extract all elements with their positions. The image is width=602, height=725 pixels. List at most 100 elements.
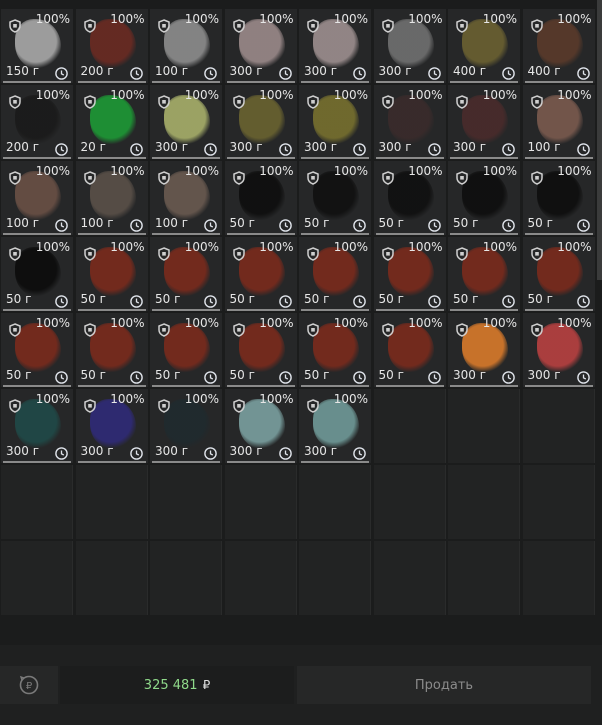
item-image xyxy=(313,19,359,69)
inventory-item-slot[interactable]: 100% 20 г xyxy=(75,85,148,159)
inventory-item-slot[interactable]: 100% 50 г xyxy=(224,313,297,387)
inventory-item-slot[interactable]: 100% 300 г xyxy=(150,389,222,463)
inventory-item-slot[interactable]: 100% 300 г xyxy=(373,9,446,83)
inventory-item-slot[interactable]: 100% 300 г xyxy=(299,9,371,83)
inventory-item-slot[interactable]: 100% 50 г xyxy=(448,161,520,235)
inventory-item-slot[interactable]: 100% 300 г xyxy=(448,85,520,159)
inventory-item-slot[interactable]: 100% 300 г xyxy=(224,85,297,159)
inventory-item-slot[interactable]: 100% 50 г xyxy=(373,237,446,311)
inventory-item-slot[interactable]: 100% 50 г xyxy=(299,237,371,311)
inventory-item-slot[interactable]: 100% 300 г xyxy=(75,389,148,463)
empty-slot[interactable] xyxy=(75,541,148,615)
empty-slot[interactable] xyxy=(448,465,520,539)
inventory-item-slot[interactable]: 100% 300 г xyxy=(224,9,297,83)
empty-slot[interactable] xyxy=(1,541,73,615)
inventory-item-slot[interactable]: 100% 300 г xyxy=(373,85,446,159)
item-weight: 100 г xyxy=(527,140,561,154)
inventory-item-slot[interactable]: 100% 300 г xyxy=(448,313,520,387)
item-durability-bar xyxy=(3,233,71,235)
inventory-item-slot[interactable]: 100% 50 г xyxy=(299,161,371,235)
inventory-item-slot[interactable]: 100% 300 г xyxy=(1,389,73,463)
shield-icon xyxy=(9,398,21,413)
shield-icon xyxy=(232,246,245,261)
inventory-item-slot[interactable]: 100% 50 г xyxy=(373,313,446,387)
shield-icon xyxy=(83,322,96,337)
inventory-item-slot[interactable]: 100% 50 г xyxy=(1,313,73,387)
inventory-item-slot[interactable]: 100% 50 г xyxy=(150,313,222,387)
item-condition: 100% xyxy=(482,316,517,330)
item-image xyxy=(462,323,508,373)
item-durability-bar xyxy=(77,309,146,311)
shield-icon xyxy=(83,18,96,33)
item-durability-bar xyxy=(3,309,71,311)
inventory-item-slot[interactable]: 100% 300 г xyxy=(150,85,222,159)
empty-slot[interactable] xyxy=(150,541,222,615)
inventory-item-slot[interactable]: 100% 50 г xyxy=(1,237,73,311)
item-weight: 150 г xyxy=(6,64,40,78)
inventory-item-slot[interactable]: 100% 50 г xyxy=(224,161,297,235)
inventory-item-slot[interactable]: 100% 50 г xyxy=(75,237,148,311)
inventory-item-slot[interactable]: 100% 100 г xyxy=(150,9,222,83)
empty-slot[interactable] xyxy=(448,389,520,463)
item-condition: 100% xyxy=(110,12,145,26)
shield-icon xyxy=(530,322,543,337)
item-image xyxy=(462,19,508,69)
sell-button[interactable]: Продать xyxy=(297,666,591,704)
empty-slot[interactable] xyxy=(373,465,446,539)
empty-slot[interactable] xyxy=(522,541,595,615)
item-condition: 100% xyxy=(408,12,443,26)
empty-slot[interactable] xyxy=(522,389,595,463)
empty-slot[interactable] xyxy=(299,465,371,539)
inventory-item-slot[interactable]: 100% 100 г xyxy=(1,161,73,235)
inventory-item-slot[interactable]: 100% 300 г xyxy=(522,313,595,387)
clock-icon xyxy=(129,141,143,156)
inventory-item-slot[interactable]: 100% 200 г xyxy=(75,9,148,83)
item-weight: 50 г xyxy=(527,216,553,230)
inventory-item-slot[interactable]: 100% 150 г xyxy=(1,9,73,83)
empty-slot[interactable] xyxy=(522,465,595,539)
item-image xyxy=(313,247,359,297)
item-condition: 100% xyxy=(35,240,70,254)
inventory-item-slot[interactable]: 100% 100 г xyxy=(75,161,148,235)
item-weight: 50 г xyxy=(527,292,553,306)
empty-slot[interactable] xyxy=(150,465,222,539)
inventory-item-slot[interactable]: 100% 50 г xyxy=(522,161,595,235)
item-condition: 100% xyxy=(333,164,368,178)
inventory-item-slot[interactable]: 100% 50 г xyxy=(224,237,297,311)
empty-slot[interactable] xyxy=(224,541,297,615)
clock-icon xyxy=(204,141,217,156)
clock-icon xyxy=(576,369,590,384)
inventory-item-slot[interactable]: 100% 200 г xyxy=(1,85,73,159)
empty-slot[interactable] xyxy=(448,541,520,615)
inventory-item-slot[interactable]: 100% 50 г xyxy=(448,237,520,311)
inventory-item-slot[interactable]: 100% 50 г xyxy=(373,161,446,235)
item-image xyxy=(387,323,434,373)
inventory-item-slot[interactable]: 100% 300 г xyxy=(299,389,371,463)
item-weight: 50 г xyxy=(304,292,330,306)
inventory-item-slot[interactable]: 100% 400 г xyxy=(522,9,595,83)
empty-slot[interactable] xyxy=(1,465,73,539)
item-image xyxy=(238,247,285,297)
inventory-item-slot[interactable]: 100% 50 г xyxy=(150,237,222,311)
empty-slot[interactable] xyxy=(373,389,446,463)
shield-icon xyxy=(83,94,96,109)
inventory-scrollbar[interactable] xyxy=(597,0,602,280)
inventory-item-slot[interactable]: 100% 300 г xyxy=(299,85,371,159)
item-condition: 100% xyxy=(110,316,145,330)
empty-slot[interactable] xyxy=(75,465,148,539)
empty-slot[interactable] xyxy=(373,541,446,615)
currency-refresh-button[interactable]: ₽ xyxy=(0,666,58,704)
inventory-item-slot[interactable]: 100% 50 г xyxy=(299,313,371,387)
item-durability-bar xyxy=(226,385,295,387)
item-image xyxy=(536,323,583,373)
inventory-item-slot[interactable]: 100% 300 г xyxy=(224,389,297,463)
shield-icon xyxy=(232,322,245,337)
empty-slot[interactable] xyxy=(224,465,297,539)
empty-slot[interactable] xyxy=(299,541,371,615)
inventory-item-slot[interactable]: 100% 50 г xyxy=(522,237,595,311)
inventory-item-slot[interactable]: 100% 400 г xyxy=(448,9,520,83)
inventory-item-slot[interactable]: 100% 100 г xyxy=(150,161,222,235)
clock-icon xyxy=(353,65,366,80)
inventory-item-slot[interactable]: 100% 100 г xyxy=(522,85,595,159)
inventory-item-slot[interactable]: 100% 50 г xyxy=(75,313,148,387)
